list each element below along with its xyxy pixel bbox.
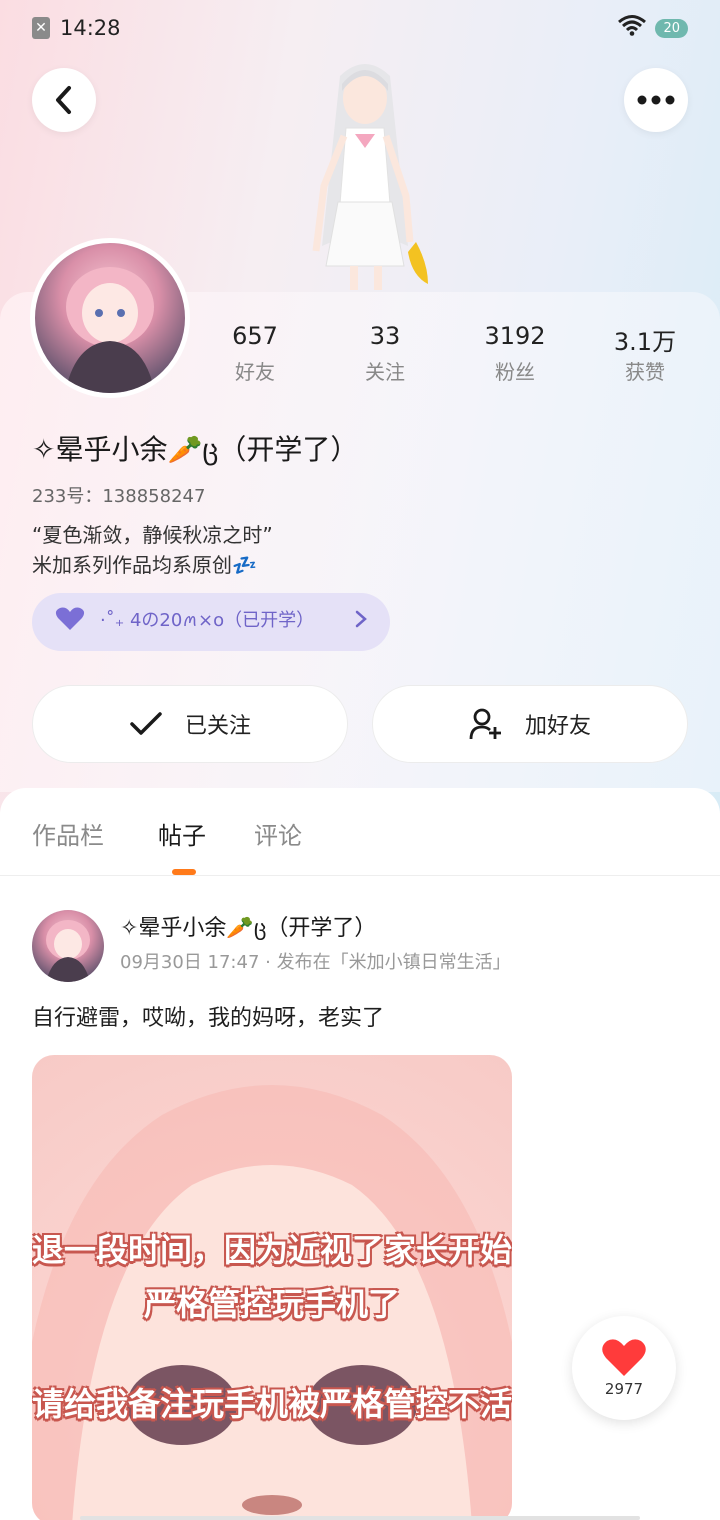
stat-fans[interactable]: 3192 粉丝 bbox=[450, 322, 580, 385]
tab-posts[interactable]: 帖子 bbox=[158, 816, 206, 851]
bio-line: 米加系列作品均系原创💤 bbox=[32, 553, 257, 577]
avatar-illustration bbox=[65, 267, 155, 393]
back-button[interactable] bbox=[32, 68, 96, 132]
add-friend-button[interactable]: 加好友 bbox=[372, 685, 688, 763]
avatar-illustration bbox=[46, 920, 90, 982]
post-author-name[interactable]: ✧晕乎小余🥕ც（开学了） bbox=[120, 910, 376, 942]
active-tab-indicator bbox=[172, 869, 196, 875]
post-image-caption: 请给我备注玩手机被严格管控不活 bbox=[32, 1385, 512, 1423]
add-user-icon bbox=[469, 708, 501, 740]
tab-bar: 作品栏 帖子 评论 bbox=[0, 788, 720, 876]
bio-line: “夏色渐敛，静候秋凉之时” bbox=[32, 523, 273, 547]
add-friend-label: 加好友 bbox=[524, 714, 591, 739]
like-button[interactable]: 2977 bbox=[572, 1316, 676, 1420]
tab-comments[interactable]: 评论 bbox=[254, 816, 302, 851]
status-time: 14:28 bbox=[60, 16, 121, 40]
checkmark-icon bbox=[130, 712, 162, 735]
like-count: 2977 bbox=[604, 1380, 644, 1398]
badge-text: ·˚₊ 4の20ꪔ×о（已开学） bbox=[100, 610, 315, 631]
profile-stats: 657 好友 33 关注 3192 粉丝 3.1万 获赞 bbox=[190, 322, 710, 385]
wifi-icon bbox=[617, 14, 647, 42]
post-text: 自行避雷，哎呦，我的妈呀，老实了 bbox=[32, 1006, 385, 1031]
notification-icon: ✕ bbox=[32, 17, 50, 39]
stat-following[interactable]: 33 关注 bbox=[320, 322, 450, 385]
profile-uid: 233号：138858247 bbox=[32, 486, 206, 507]
post-meta: 09月30日 17:47 · 发布在「米加小镇日常生活」 bbox=[120, 952, 511, 973]
battery-indicator: 20 bbox=[655, 18, 688, 38]
status-bar: ✕ 14:28 20 bbox=[0, 0, 720, 56]
follow-button[interactable]: 已关注 bbox=[32, 685, 348, 763]
more-dots-icon bbox=[637, 95, 675, 105]
tab-works[interactable]: 作品栏 bbox=[32, 816, 104, 851]
post-author-avatar[interactable] bbox=[32, 910, 104, 982]
chevron-left-icon bbox=[56, 86, 71, 114]
profile-username: ✧晕乎小余🥕ც（开学了） bbox=[32, 433, 359, 466]
chevron-right-icon bbox=[354, 609, 368, 635]
stat-friends[interactable]: 657 好友 bbox=[190, 322, 320, 385]
post-image-caption: 退一段时间，因为近视了家长开始严格管控玩手机了 bbox=[32, 1231, 512, 1323]
scroll-indicator bbox=[80, 1516, 640, 1520]
stat-likes[interactable]: 3.1万 获赞 bbox=[580, 322, 710, 385]
avatar[interactable] bbox=[30, 238, 190, 398]
more-options-button[interactable] bbox=[624, 68, 688, 132]
profile-badge-pill[interactable]: ·˚₊ 4の20ꪔ×о（已开学） bbox=[32, 593, 390, 651]
profile-bio: “夏色渐敛，静候秋凉之时” 米加系列作品均系原创💤 bbox=[32, 520, 273, 580]
heart-icon bbox=[54, 606, 86, 639]
character-figure-illustration bbox=[312, 64, 428, 290]
follow-label: 已关注 bbox=[184, 714, 251, 739]
post-image[interactable]: 退一段时间，因为近视了家长开始严格管控玩手机了 请给我备注玩手机被严格管控不活 bbox=[32, 1055, 512, 1520]
heart-icon bbox=[602, 1339, 646, 1376]
